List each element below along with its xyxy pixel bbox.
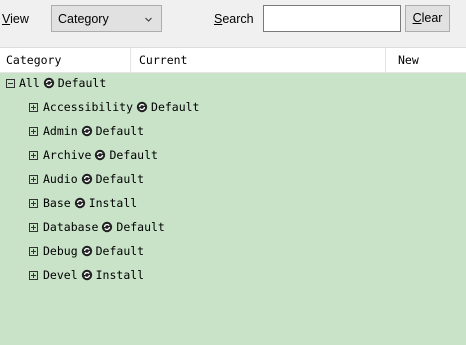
tree-row[interactable]: Admin Default bbox=[0, 121, 466, 145]
column-current[interactable]: Current bbox=[132, 48, 386, 72]
tree-row-state: Default bbox=[151, 100, 200, 114]
tree-row-text: Archive Default bbox=[43, 148, 158, 162]
tree-row-state: Default bbox=[95, 244, 145, 258]
plus-box-icon[interactable] bbox=[29, 223, 38, 232]
view-label-rest: iew bbox=[10, 12, 29, 26]
cycle-arrows-icon[interactable] bbox=[101, 221, 113, 233]
tree-row-name: Debug bbox=[43, 244, 78, 258]
view-label-accel: V bbox=[2, 12, 11, 26]
tree-row-name: Devel bbox=[43, 268, 78, 282]
toolbar: View Category Search Clear bbox=[0, 0, 466, 40]
tree-row-state: Default bbox=[95, 124, 145, 138]
column-header: Category Current New bbox=[0, 47, 466, 73]
cycle-arrows-icon[interactable] bbox=[81, 245, 93, 257]
tree-root-row[interactable]: All Default bbox=[0, 73, 466, 97]
package-tree: All Default Accessibility Default Admin Def… bbox=[0, 73, 466, 345]
view-select-value: Category bbox=[58, 12, 109, 26]
plus-box-icon[interactable] bbox=[29, 127, 38, 136]
tree-row-text: Database Default bbox=[43, 220, 165, 234]
cycle-arrows-icon[interactable] bbox=[136, 101, 148, 113]
plus-box-icon[interactable] bbox=[29, 247, 38, 256]
tree-row-name: Admin bbox=[43, 124, 78, 138]
cycle-arrows-icon[interactable] bbox=[81, 173, 93, 185]
search-label-rest: earch bbox=[222, 12, 254, 26]
cycle-arrows-icon[interactable] bbox=[94, 149, 106, 161]
plus-box-icon[interactable] bbox=[29, 175, 38, 184]
clear-button-accel: C bbox=[412, 11, 422, 25]
tree-row-state: Default bbox=[109, 148, 158, 162]
cycle-arrows-icon[interactable] bbox=[81, 269, 93, 281]
chevron-down-icon bbox=[145, 17, 152, 22]
tree-row-name: All bbox=[19, 76, 40, 90]
tree-row-text: Audio Default bbox=[43, 172, 144, 186]
view-select[interactable]: Category bbox=[51, 5, 162, 32]
tree-row[interactable]: Debug Default bbox=[0, 241, 466, 265]
column-new[interactable]: New bbox=[387, 48, 466, 72]
plus-box-icon[interactable] bbox=[29, 103, 38, 112]
tree-row-state: Install bbox=[95, 268, 145, 282]
cycle-arrows-icon[interactable] bbox=[43, 77, 55, 89]
tree-row[interactable]: Database Default bbox=[0, 217, 466, 241]
tree-row-name: Archive bbox=[43, 148, 92, 162]
tree-row-text: Admin Default bbox=[43, 124, 144, 138]
clear-button[interactable]: Clear bbox=[405, 5, 450, 32]
tree-row-name: Base bbox=[43, 196, 71, 210]
tree-row-state: Default bbox=[116, 220, 165, 234]
cycle-arrows-icon[interactable] bbox=[74, 197, 86, 209]
minus-box-icon[interactable] bbox=[6, 79, 15, 88]
tree-row[interactable]: Devel Install bbox=[0, 265, 466, 289]
tree-row-state: Default bbox=[57, 76, 107, 90]
tree-row-text: Accessibility Default bbox=[43, 100, 199, 114]
tree-row-text: All Default bbox=[19, 76, 106, 90]
tree-row-state: Install bbox=[88, 196, 138, 210]
cycle-arrows-icon[interactable] bbox=[81, 125, 93, 137]
plus-box-icon[interactable] bbox=[29, 271, 38, 280]
tree-row-name: Accessibility bbox=[43, 100, 134, 114]
column-category[interactable]: Category bbox=[0, 48, 131, 72]
tree-row-name: Database bbox=[43, 220, 99, 234]
tree-row-state: Default bbox=[95, 172, 145, 186]
search-label: Search bbox=[214, 12, 254, 26]
tree-row-text: Base Install bbox=[43, 196, 137, 210]
tree-row-name: Audio bbox=[43, 172, 78, 186]
view-label: View bbox=[2, 12, 29, 26]
tree-row-text: Devel Install bbox=[43, 268, 144, 282]
tree-row[interactable]: Base Install bbox=[0, 193, 466, 217]
tree-row[interactable]: Archive Default bbox=[0, 145, 466, 169]
search-input[interactable] bbox=[263, 5, 401, 32]
clear-button-rest: lear bbox=[421, 11, 443, 25]
tree-row[interactable]: Accessibility Default bbox=[0, 97, 466, 121]
plus-box-icon[interactable] bbox=[29, 199, 38, 208]
tree-row-text: Debug Default bbox=[43, 244, 144, 258]
tree-row[interactable]: Audio Default bbox=[0, 169, 466, 193]
plus-box-icon[interactable] bbox=[29, 151, 38, 160]
